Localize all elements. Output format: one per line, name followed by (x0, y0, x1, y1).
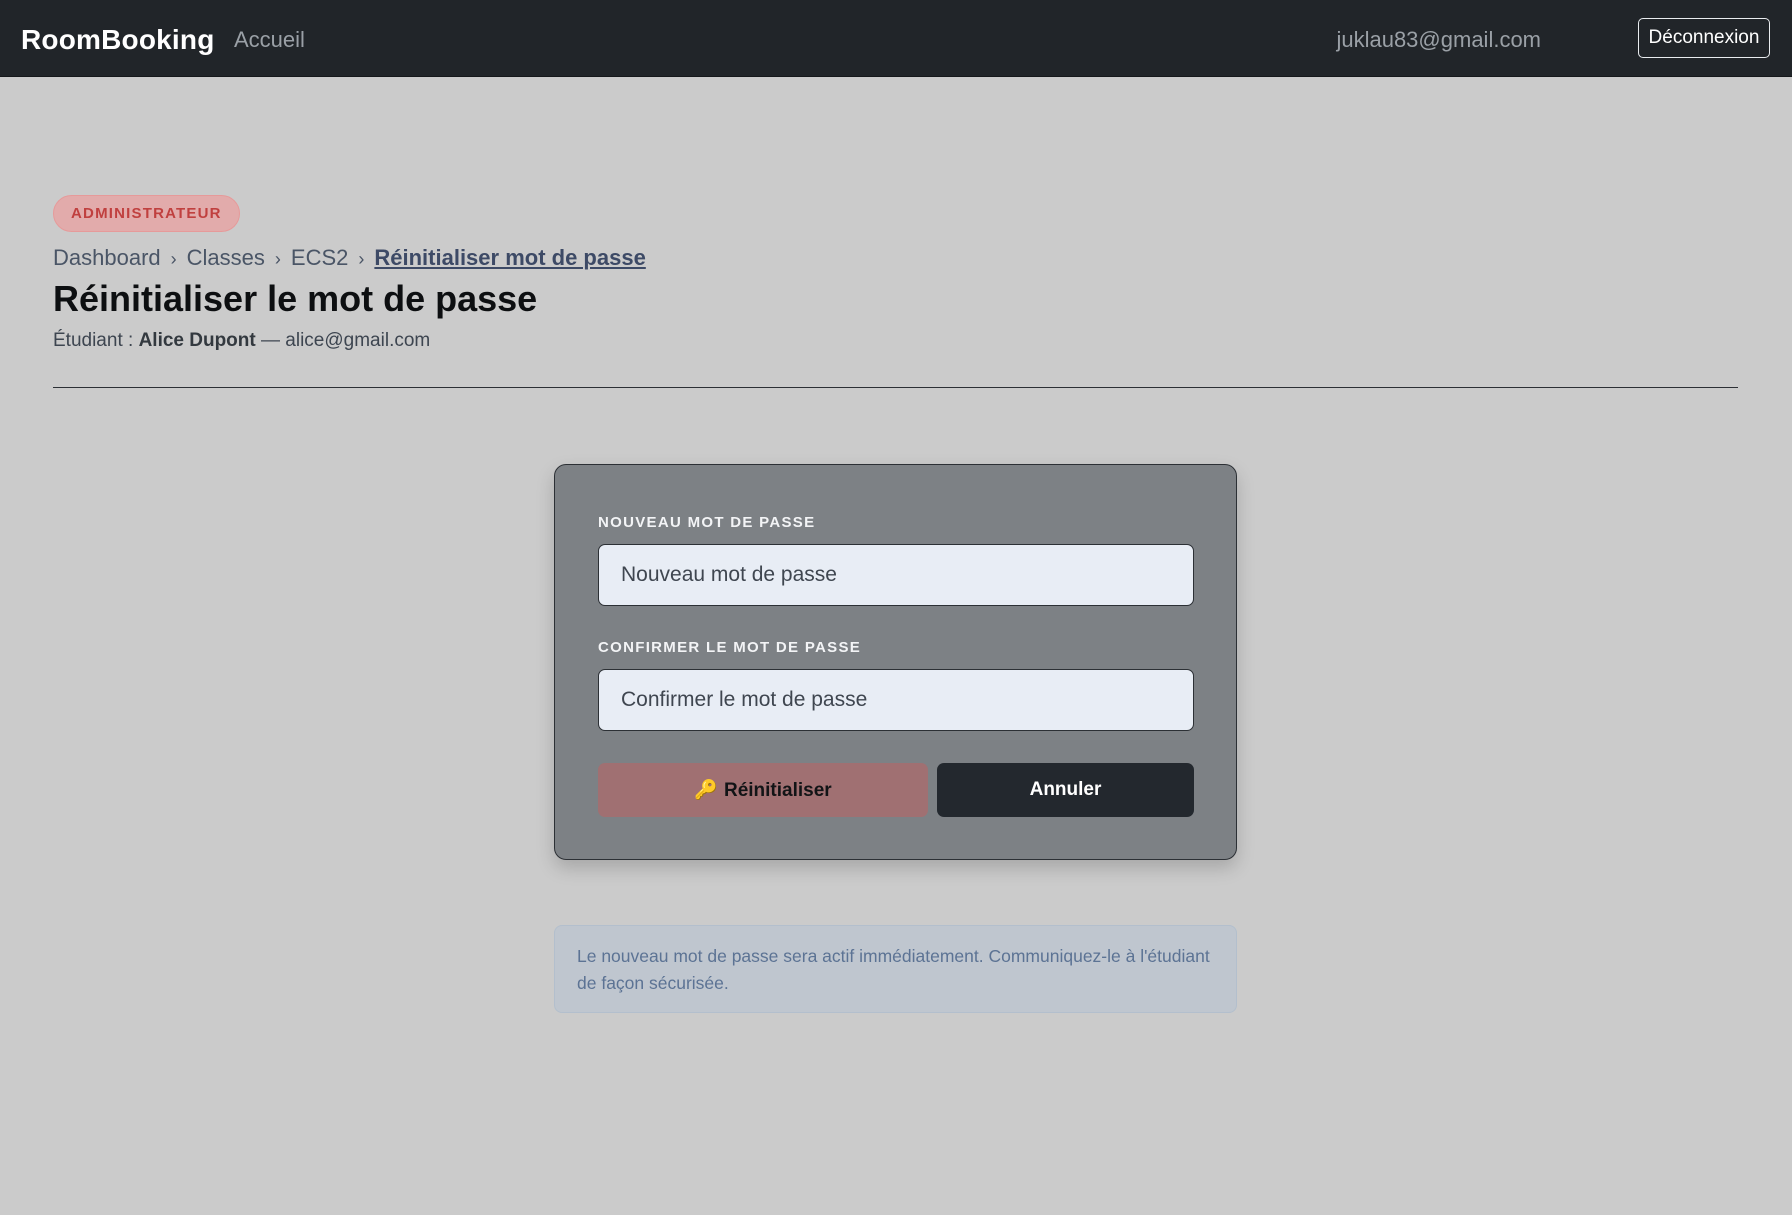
breadcrumb-separator: › (358, 249, 365, 269)
role-badge: ADMINISTRATEUR (53, 195, 240, 232)
brand-logo[interactable]: RoomBooking (21, 24, 215, 56)
page-title: Réinitialiser le mot de passe (53, 278, 538, 319)
reset-password-card: NOUVEAU MOT DE PASSE CONFIRMER LE MOT DE… (554, 464, 1237, 860)
header-divider (53, 387, 1738, 388)
navbar: RoomBooking Accueil juklau83@gmail.com D… (0, 0, 1792, 77)
cancel-button[interactable]: Annuler (937, 763, 1194, 817)
confirm-password-input[interactable] (598, 669, 1194, 731)
nav-link-home[interactable]: Accueil (234, 27, 305, 53)
student-dash: — (261, 330, 281, 351)
new-password-input[interactable] (598, 544, 1194, 606)
info-alert: Le nouveau mot de passe sera actif imméd… (554, 925, 1237, 1013)
new-password-label: NOUVEAU MOT DE PASSE (598, 514, 816, 531)
user-email: juklau83@gmail.com (1336, 27, 1541, 52)
breadcrumb-separator: › (170, 249, 177, 269)
student-info: Étudiant : Alice Dupont — alice@gmail.co… (53, 330, 430, 352)
reset-button[interactable]: 🔑 Réinitialiser (598, 763, 928, 817)
student-email: alice@gmail.com (285, 330, 431, 351)
breadcrumb-current: Réinitialiser mot de passe (374, 245, 646, 270)
breadcrumb-item-classes[interactable]: Classes (187, 245, 265, 270)
confirm-password-label: CONFIRMER LE MOT DE PASSE (598, 639, 862, 656)
logout-button[interactable]: Déconnexion (1638, 18, 1770, 58)
student-prefix: Étudiant : (53, 330, 134, 351)
breadcrumb-item-dashboard[interactable]: Dashboard (53, 245, 161, 270)
breadcrumb-item-ecs2[interactable]: ECS2 (291, 245, 348, 270)
breadcrumb: Dashboard › Classes › ECS2 › Réinitialiser mot… (53, 245, 646, 271)
reset-button-label: Réinitialiser (723, 780, 832, 801)
breadcrumb-separator: › (274, 249, 281, 269)
student-name: Alice Dupont (138, 330, 256, 351)
key-icon: 🔑 (694, 780, 718, 801)
